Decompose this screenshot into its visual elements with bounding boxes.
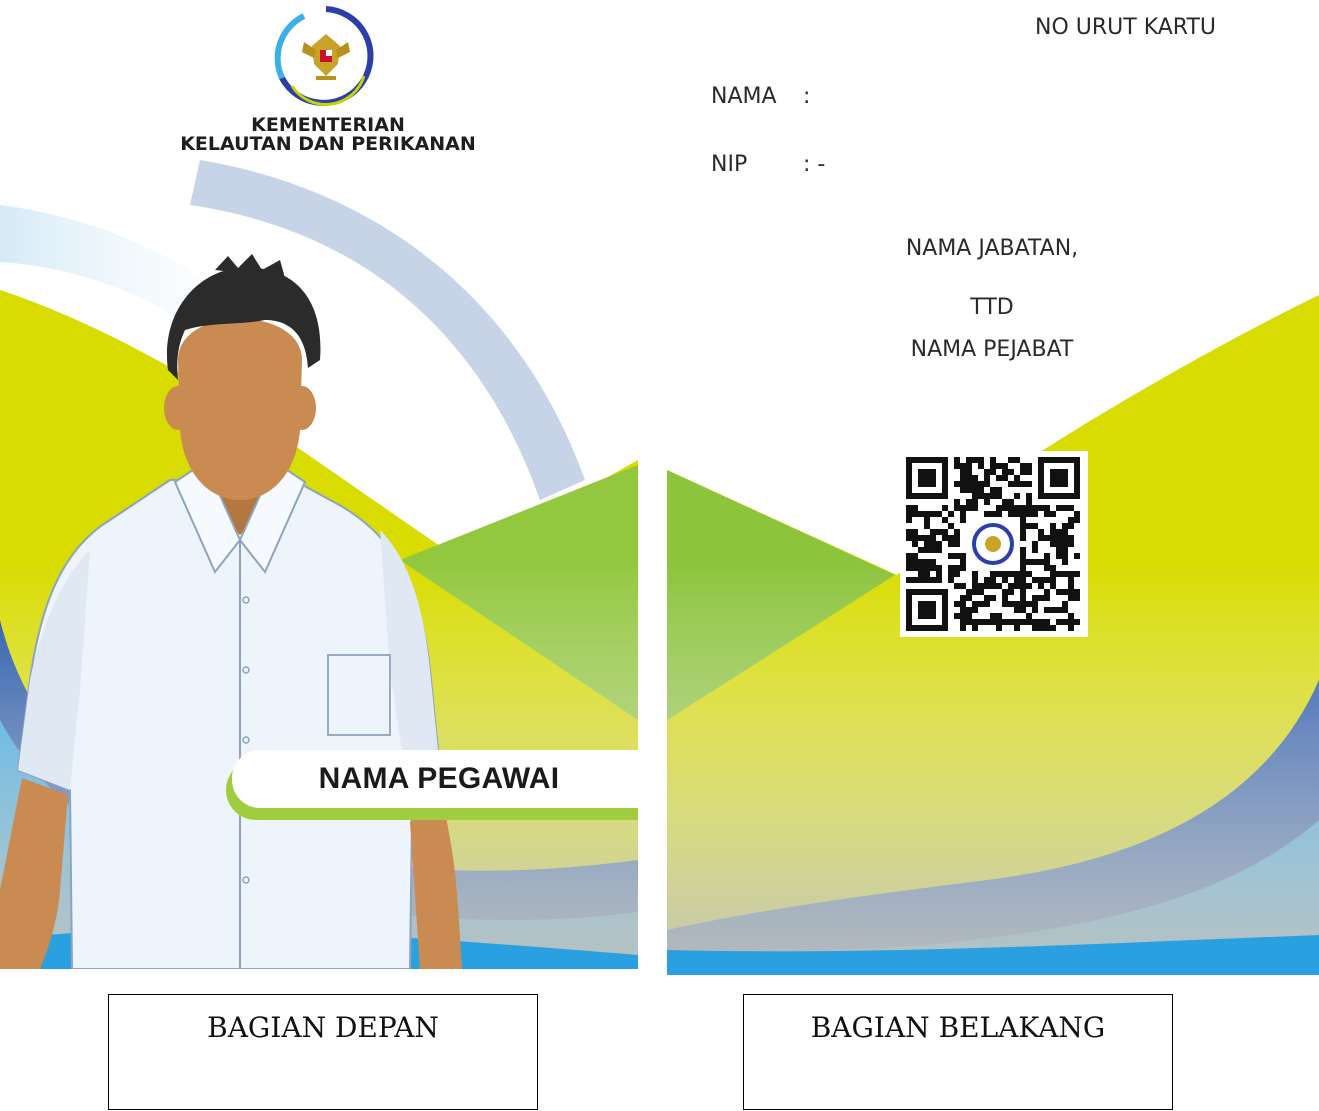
org-name-line2: KELAUTAN DAN PERIKANAN <box>180 133 476 155</box>
employee-photo-placeholder <box>0 254 462 969</box>
name-separator: : <box>803 84 811 109</box>
nip-label: NIP <box>711 152 748 177</box>
signature-placeholder: TTD <box>970 295 1014 320</box>
employee-name-tag: NAMA PEGAWAI <box>226 750 638 820</box>
garuda-emblem-icon <box>274 6 374 106</box>
id-card-back: NO URUT KARTU NAMA : NIP : - NAMA JABATA… <box>667 0 1319 975</box>
nip-value: : - <box>803 152 826 177</box>
name-label: NAMA <box>711 84 777 109</box>
employee-name: NAMA PEGAWAI <box>232 750 638 808</box>
card-number-label: NO URUT KARTU <box>1035 15 1217 40</box>
organization-name: KEMENTERIAN KELAUTAN DAN PERIKANAN <box>128 116 528 154</box>
back-caption: BAGIAN BELAKANG <box>743 994 1173 1110</box>
front-caption: BAGIAN DEPAN <box>108 994 538 1110</box>
position-title: NAMA JABATAN, <box>905 236 1079 261</box>
official-name: NAMA PEJABAT <box>910 337 1074 362</box>
qr-code-icon <box>900 451 1088 637</box>
id-card-front: KEMENTERIAN KELAUTAN DAN PERIKANAN NAMA … <box>0 0 638 969</box>
